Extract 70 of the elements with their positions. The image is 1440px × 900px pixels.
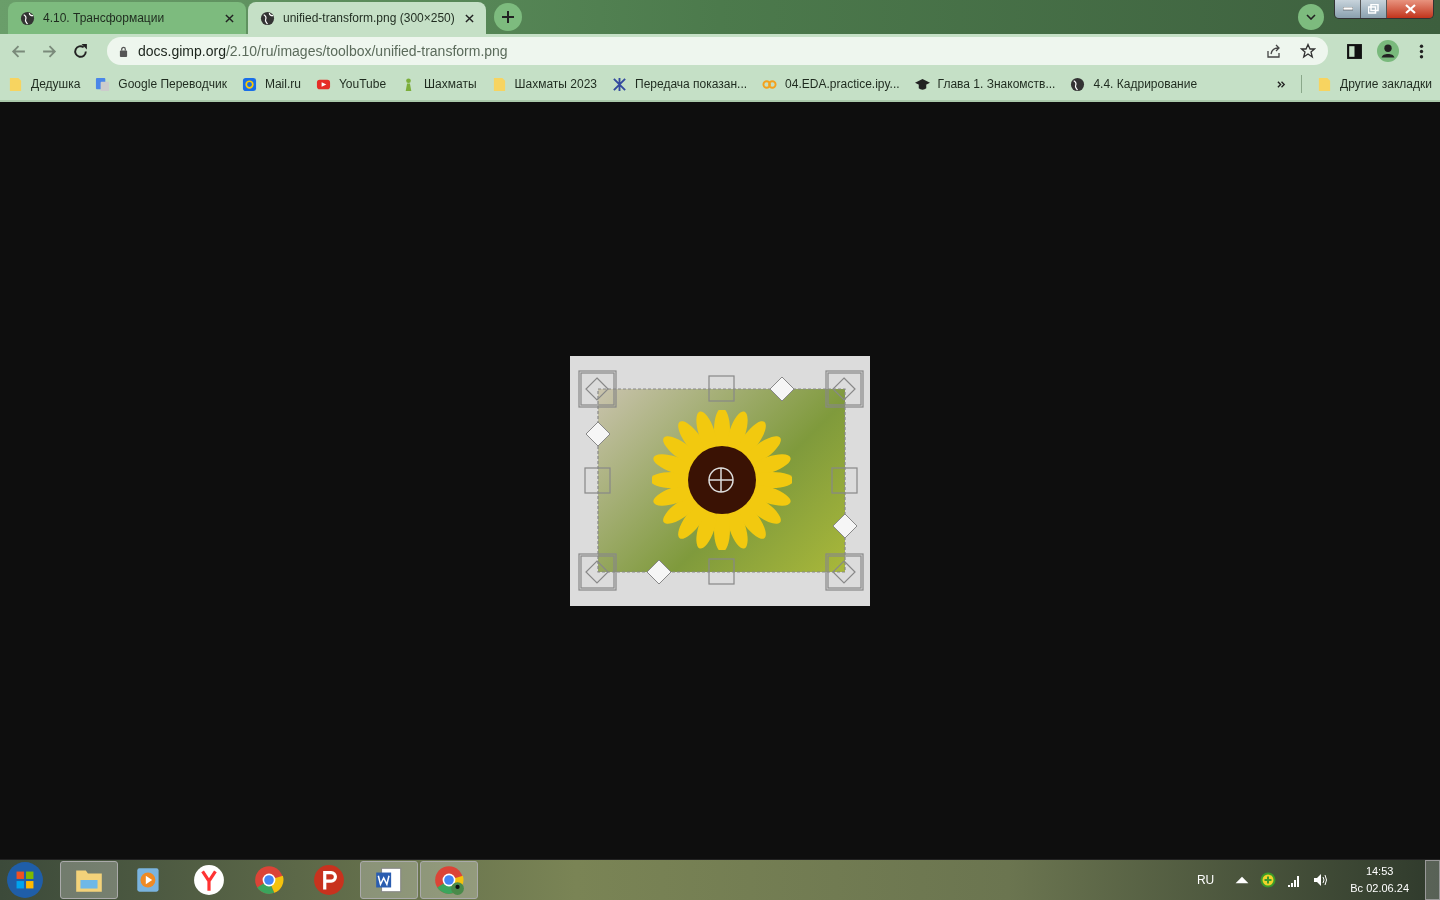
- bookmark[interactable]: 04.EDA.practice.ipy...: [762, 76, 900, 92]
- close-icon: [1404, 4, 1416, 14]
- new-tab-button[interactable]: [494, 3, 522, 31]
- share-icon[interactable]: [1266, 43, 1282, 59]
- chevron-down-icon: [1306, 14, 1316, 20]
- bookmark[interactable]: Передача показан...: [612, 76, 748, 92]
- minimize-button[interactable]: [1335, 0, 1361, 18]
- tab-search-button[interactable]: [1298, 4, 1324, 30]
- bookmark-favicon-icon: [1070, 76, 1086, 92]
- clock-time: 14:53: [1365, 864, 1394, 879]
- star-icon[interactable]: [1300, 43, 1316, 59]
- clock[interactable]: 14:53 Вс 02.06.24: [1350, 863, 1409, 897]
- browser-tab[interactable]: 4.10. Трансформации: [8, 2, 246, 34]
- app-icon: [253, 864, 285, 896]
- bookmark-favicon-icon: [914, 76, 930, 92]
- bookmark-label: Глава 1. Знакомств...: [937, 77, 1056, 91]
- tab-title: 4.10. Трансформации: [43, 11, 166, 25]
- start-button[interactable]: [6, 861, 44, 899]
- restore-icon: [1368, 4, 1379, 14]
- speaker-icon[interactable]: [1312, 872, 1329, 888]
- globe-icon: [20, 10, 35, 26]
- bookmark-label: Передача показан...: [635, 77, 748, 91]
- bookmark[interactable]: Глава 1. Знакомств...: [914, 76, 1056, 92]
- bookmark-label: Mail.ru: [264, 77, 301, 91]
- profile-avatar-icon[interactable]: [1377, 40, 1399, 62]
- close-icon[interactable]: [465, 13, 474, 23]
- bookmark[interactable]: Дедушка: [8, 76, 81, 92]
- bookmark-favicon-icon: [612, 76, 627, 92]
- close-icon[interactable]: [225, 13, 234, 23]
- bookmark-label: Google Переводчик: [118, 77, 227, 91]
- bookmark-label: Шахматы: [424, 77, 477, 91]
- bookmark[interactable]: Google Переводчик: [95, 76, 227, 92]
- url-text: docs.gimp.org/2.10/ru/images/toolbox/unified-transform.png: [138, 43, 508, 59]
- browser-tab[interactable]: unified-transform.png (300×250): [248, 2, 486, 34]
- clock-date: Вс 02.06.24: [1350, 881, 1409, 896]
- close-button[interactable]: [1387, 0, 1433, 18]
- address-bar[interactable]: docs.gimp.org/2.10/ru/images/toolbox/unified-transform.png: [107, 37, 1328, 65]
- bookmark-favicon-icon: [241, 76, 257, 92]
- reload-icon[interactable]: [72, 42, 89, 60]
- bookmark-label: Шахматы 2023: [514, 77, 597, 91]
- bookmark-label: YouTube: [338, 77, 387, 91]
- language-indicator[interactable]: RU: [1196, 873, 1215, 887]
- restore-button[interactable]: [1361, 0, 1387, 18]
- folder-icon: [1317, 76, 1333, 92]
- bookmark[interactable]: 4.4. Кадрирование: [1070, 76, 1198, 92]
- bookmark[interactable]: Mail.ru: [241, 76, 301, 92]
- lock-icon[interactable]: [119, 45, 128, 57]
- bookmark-favicon-icon: [95, 76, 111, 92]
- bookmark-label: 04.EDA.practice.ipy...: [785, 77, 900, 91]
- folder-icon: [8, 76, 23, 92]
- tab-title: unified-transform.png (300×250): [283, 11, 456, 25]
- taskbar-app[interactable]: [360, 861, 418, 899]
- minimize-icon: [1342, 7, 1353, 11]
- app-icon: [433, 864, 465, 896]
- bookmark[interactable]: Шахматы: [401, 76, 477, 92]
- folder-icon: [491, 76, 507, 92]
- bookmark[interactable]: YouTube: [315, 76, 387, 92]
- app-icon: [313, 864, 345, 896]
- bookmark-label: Другие закладки: [1340, 77, 1432, 91]
- chevron-icon[interactable]: [1277, 79, 1287, 89]
- taskbar-app[interactable]: [60, 861, 118, 899]
- bookmark[interactable]: Шахматы 2023: [491, 76, 597, 92]
- bookmark-label: 4.4. Кадрирование: [1093, 77, 1198, 91]
- bookmark[interactable]: Другие закладки: [1317, 76, 1432, 92]
- plus-circle-icon[interactable]: [1260, 872, 1277, 888]
- side-panel-icon[interactable]: [1346, 42, 1363, 60]
- app-icon: [193, 864, 225, 896]
- plus-icon: [502, 11, 514, 23]
- bookmark-label: Дедушка: [31, 77, 81, 91]
- globe-icon: [260, 10, 275, 26]
